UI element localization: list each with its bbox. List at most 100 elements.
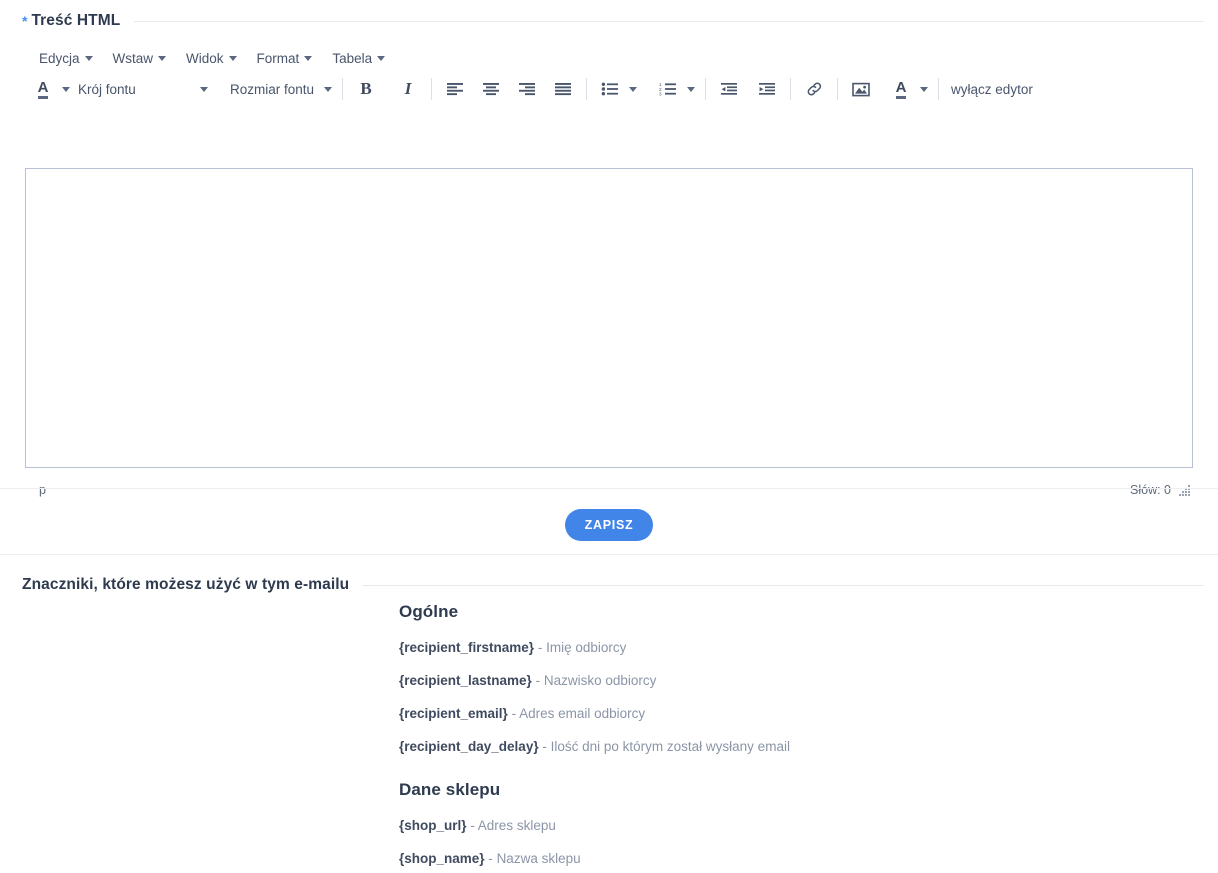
chevron-down-icon [228, 55, 237, 61]
marker-group-ogolne: Ogólne {recipient_firstname} - Imię odbi… [399, 602, 1218, 763]
marker-description: Ilość dni po którym został wysłany email [550, 739, 790, 754]
align-left-button[interactable] [440, 75, 470, 103]
required-asterisk: * [22, 13, 28, 29]
toolbar-divider [431, 78, 433, 100]
markers-section-header: Znaczniki, które możesz użyć w tym e-mai… [0, 570, 1218, 600]
insert-image-button[interactable] [846, 75, 876, 103]
numbered-list-button[interactable]: 1 2 3 [653, 75, 697, 103]
menu-tabela[interactable]: Tabela [323, 49, 396, 68]
resize-grip-icon[interactable] [1179, 484, 1191, 496]
menu-format[interactable]: Format [248, 49, 324, 68]
align-center-button[interactable] [476, 75, 506, 103]
toolbar-divider [705, 78, 707, 100]
toolbar-divider [790, 78, 792, 100]
bold-button[interactable]: B [351, 75, 381, 103]
marker-row: {recipient_lastname} - Nazwisko odbiorcy [399, 664, 1218, 697]
marker-description: Nazwisko odbiorcy [543, 673, 657, 688]
italic-button[interactable]: I [393, 75, 423, 103]
marker-description: Nazwa sklepu [496, 851, 581, 866]
marker-description: Adres email odbiorcy [519, 706, 646, 721]
font-size-select[interactable]: Rozmiar fontu [224, 75, 334, 103]
divider-below-save [0, 554, 1218, 555]
editor-statusbar: p Słów: 0 [25, 476, 1193, 504]
align-right-button[interactable] [512, 75, 542, 103]
page-title: Treść HTML [31, 12, 121, 29]
chevron-down-icon[interactable] [920, 86, 929, 92]
align-justify-button[interactable] [548, 75, 578, 103]
tinymce-editor: Edycja Wstaw Widok Format Tabela A Krój … [0, 44, 1218, 497]
chevron-down-icon[interactable] [200, 86, 208, 92]
marker-separator: - [511, 706, 517, 721]
outdent-icon [721, 83, 738, 95]
chevron-down-icon [377, 55, 386, 61]
editor-content-area[interactable] [25, 168, 1193, 468]
menu-wstaw[interactable]: Wstaw [104, 49, 178, 68]
chevron-down-icon[interactable] [62, 86, 70, 92]
marker-separator: - [470, 818, 475, 833]
marker-separator: - [488, 851, 493, 866]
markers-list: Ogólne {recipient_firstname} - Imię odbi… [0, 602, 1218, 873]
marker-token: {shop_url} [399, 818, 467, 833]
align-left-icon [447, 83, 464, 96]
bullet-list-icon [601, 82, 619, 96]
word-count: Słów: 0 [1130, 483, 1171, 497]
toolbar-divider [837, 78, 839, 100]
svg-text:3: 3 [659, 91, 662, 96]
html-content-section-header: * Treść HTML [0, 6, 1218, 36]
text-color-button[interactable]: A [28, 75, 72, 103]
menu-edycja[interactable]: Edycja [30, 49, 104, 68]
marker-separator: - [535, 673, 541, 688]
chevron-down-icon[interactable] [629, 86, 638, 92]
page-root: * Treść HTML Edycja Wstaw Widok Format T… [0, 0, 1218, 873]
marker-token: {shop_name} [399, 851, 485, 866]
marker-token: {recipient_email} [399, 706, 508, 721]
markers-section-title: Znaczniki, które możesz użyć w tym e-mai… [22, 576, 350, 593]
marker-group-dane-sklepu: Dane sklepu {shop_url} - Adres sklepu {s… [399, 780, 1218, 873]
background-color-A-icon[interactable]: A [886, 75, 916, 103]
numbered-list-icon: 1 2 3 [659, 82, 677, 96]
markers-rule-divider [363, 584, 1204, 586]
editor-toolbar: A Krój fontu Rozmiar fontu B I 1 2 3 A w… [0, 72, 1218, 106]
toolbar-divider [586, 78, 588, 100]
chevron-down-icon [158, 55, 167, 61]
align-right-icon [519, 83, 536, 96]
marker-token: {recipient_lastname} [399, 673, 532, 688]
font-size-label: Rozmiar fontu [230, 81, 315, 97]
italic-icon: I [404, 79, 412, 98]
marker-description: Imię odbiorcy [546, 640, 627, 655]
align-justify-icon [555, 83, 572, 96]
menu-format-label: Format [256, 50, 300, 66]
marker-row: {recipient_email} - Adres email odbiorcy [399, 697, 1218, 730]
link-icon [807, 82, 821, 96]
image-icon [852, 82, 870, 96]
insert-link-button[interactable] [799, 75, 829, 103]
chevron-down-icon [304, 55, 313, 61]
toolbar-divider [342, 78, 344, 100]
marker-row: {shop_url} - Adres sklepu [399, 809, 1218, 842]
save-button[interactable]: ZAPISZ [564, 509, 654, 541]
marker-row: {recipient_firstname} - Imię odbiorcy [399, 631, 1218, 664]
marker-separator: - [537, 640, 543, 655]
align-center-icon [483, 83, 500, 96]
font-family-label: Krój fontu [78, 81, 136, 97]
outdent-button[interactable] [714, 75, 744, 103]
bold-icon: B [360, 79, 372, 98]
toolbar-divider [938, 78, 940, 100]
marker-token: {recipient_firstname} [399, 640, 535, 655]
chevron-down-icon[interactable] [324, 86, 333, 92]
background-color-button[interactable]: A [886, 75, 930, 103]
indent-button[interactable] [752, 75, 782, 103]
chevron-down-icon [84, 55, 93, 61]
menu-widok[interactable]: Widok [177, 49, 248, 68]
save-button-container: ZAPISZ [0, 509, 1218, 541]
marker-group-title: Ogólne [399, 602, 459, 621]
editor-menubar: Edycja Wstaw Widok Format Tabela [0, 44, 1218, 72]
bullet-list-button[interactable] [595, 75, 639, 103]
element-path[interactable]: p [25, 483, 46, 497]
marker-group-title: Dane sklepu [399, 780, 501, 799]
text-color-A-icon[interactable]: A [28, 75, 58, 103]
menu-edycja-label: Edycja [39, 50, 80, 66]
font-family-select[interactable]: Krój fontu [72, 75, 210, 103]
chevron-down-icon[interactable] [687, 86, 696, 92]
disable-editor-button[interactable]: wyłącz edytor [947, 82, 1037, 97]
